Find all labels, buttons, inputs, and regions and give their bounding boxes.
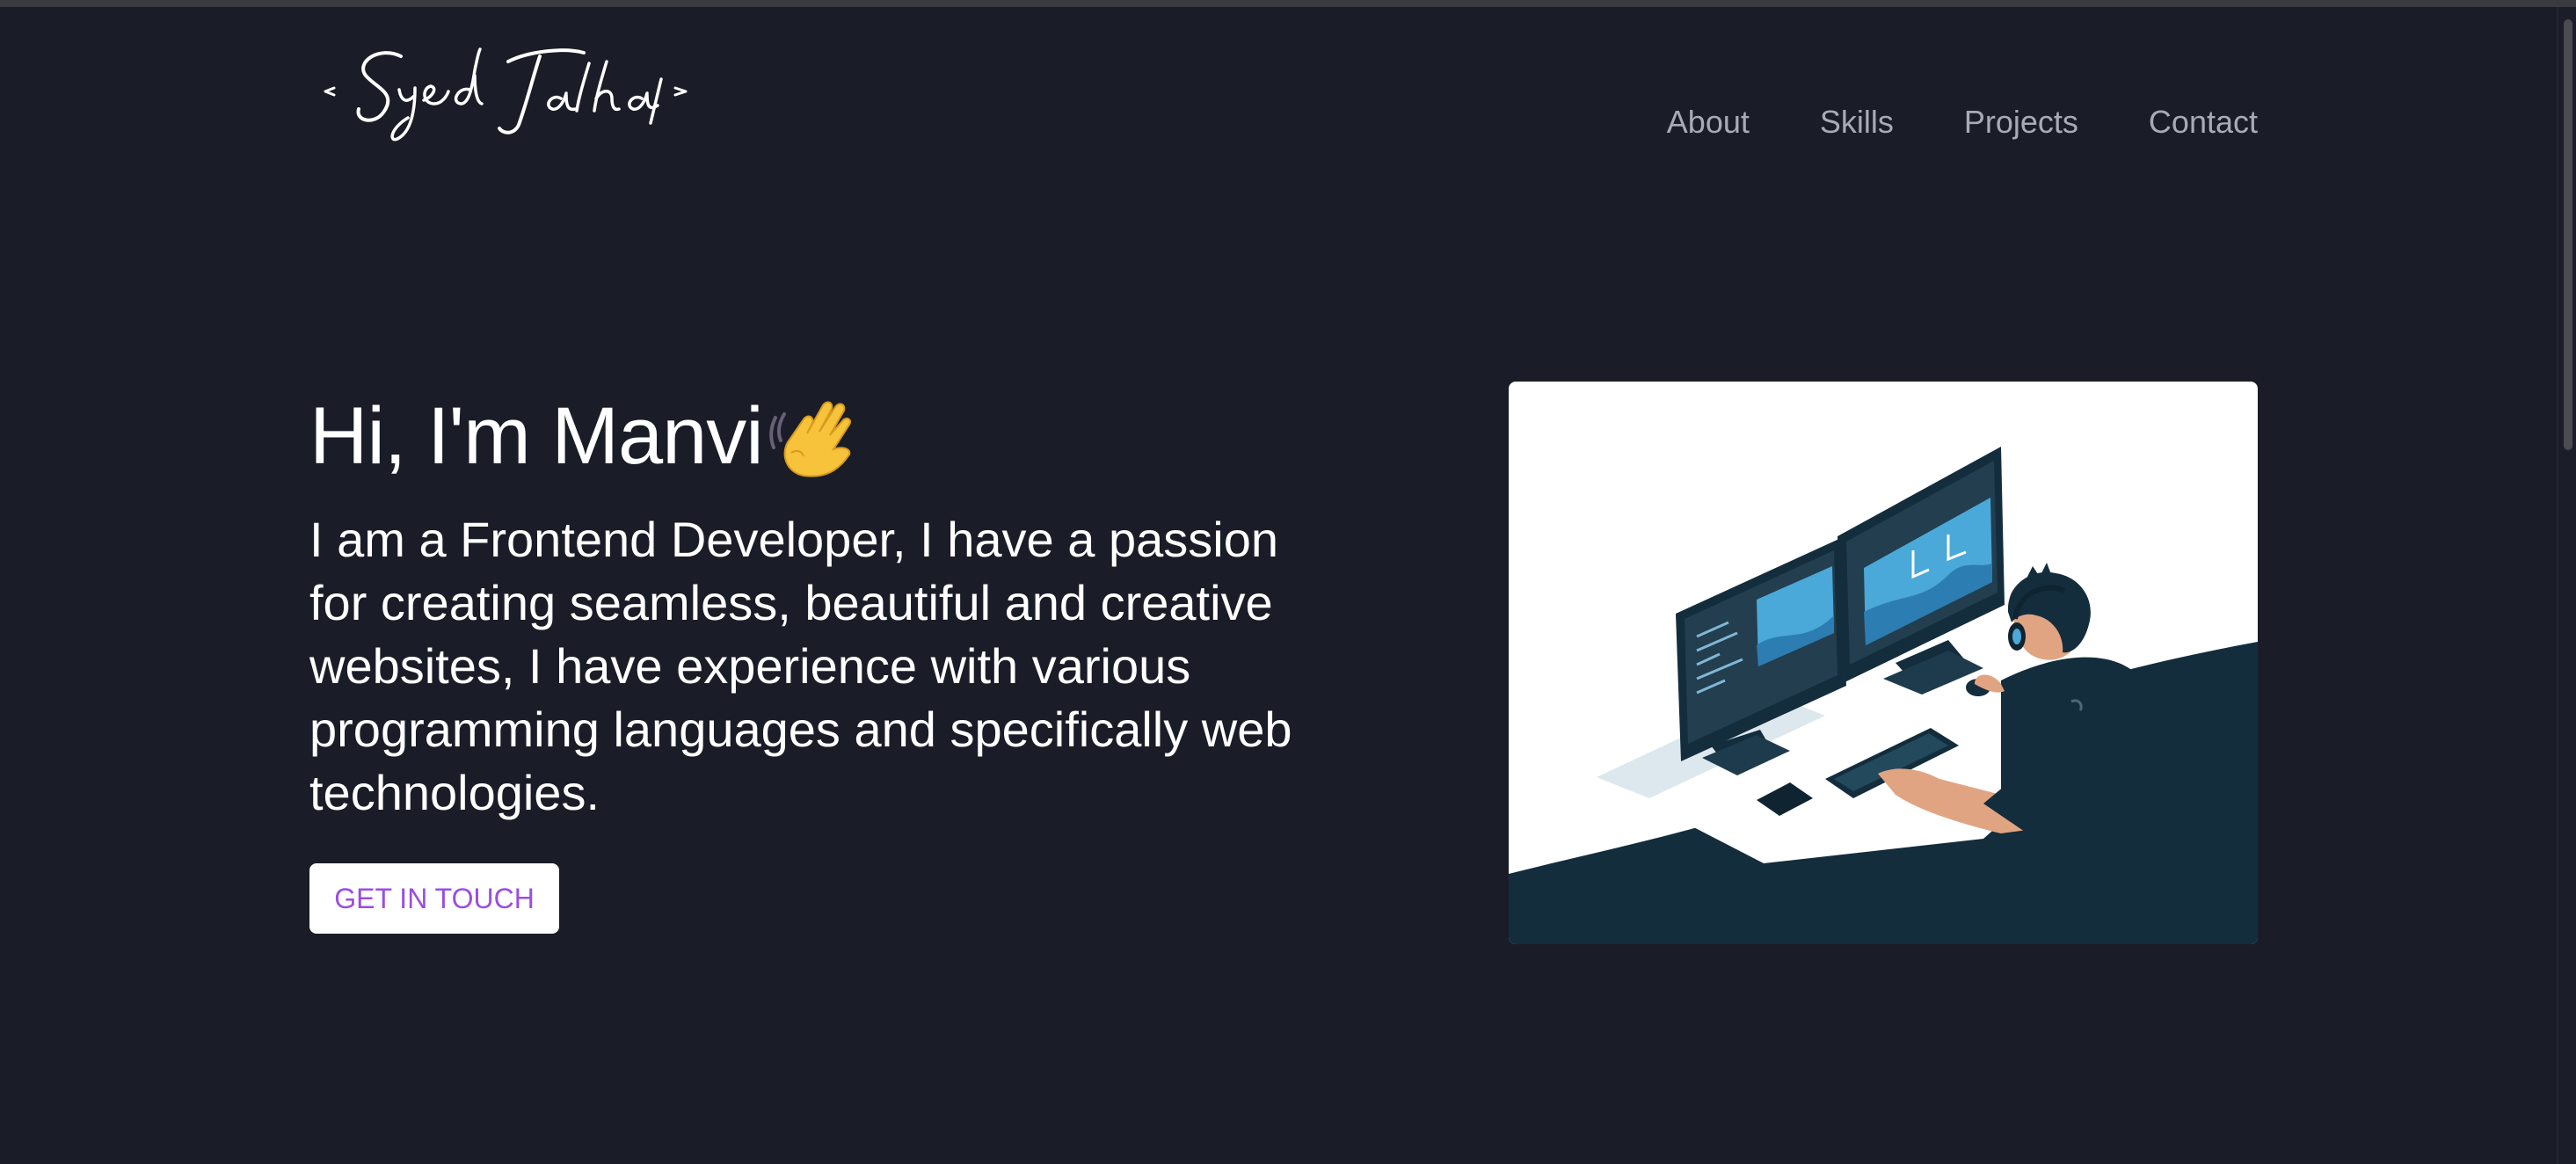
nav-projects[interactable]: Projects — [1964, 104, 2078, 141]
get-in-touch-button[interactable]: GET IN TOUCH — [309, 863, 559, 934]
nav-skills[interactable]: Skills — [1820, 104, 1894, 141]
nav-about[interactable]: About — [1667, 104, 1750, 141]
scrollbar-thumb[interactable] — [2564, 19, 2572, 450]
hero-title: Hi, I'm Manvi — [309, 391, 764, 481]
developer-at-desk-illustration — [1509, 447, 2258, 944]
vertical-scrollbar[interactable] — [2557, 7, 2576, 1164]
signature-logo[interactable] — [309, 35, 696, 149]
site-header: About Skills Projects Contact — [309, 35, 2258, 149]
waving-hand-icon — [768, 401, 851, 477]
nav-contact[interactable]: Contact — [2149, 104, 2258, 141]
main-nav: About Skills Projects Contact — [1667, 104, 2258, 141]
hero-title-row: Hi, I'm Manvi — [309, 387, 1312, 485]
hero-section: Hi, I'm Manvi I am a Frontend Developer,… — [309, 387, 1312, 825]
hero-illustration — [1509, 382, 2258, 944]
browser-top-edge — [0, 0, 2576, 7]
hero-description: I am a Frontend Developer, I have a pass… — [309, 512, 1292, 820]
